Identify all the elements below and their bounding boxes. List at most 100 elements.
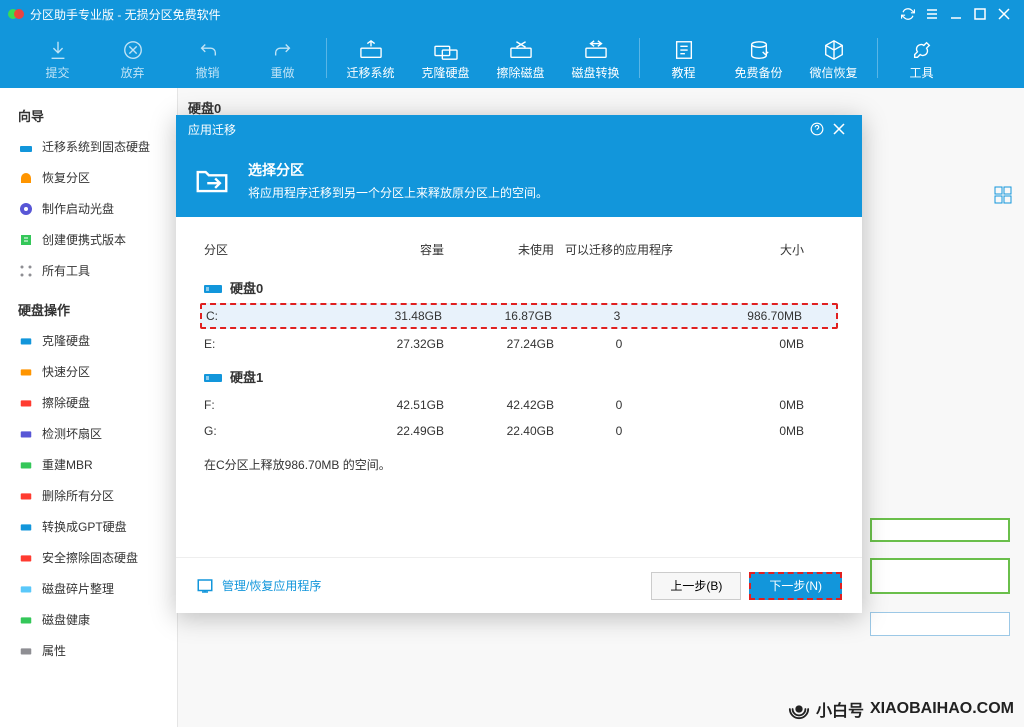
sidebar-item-检测坏扇区[interactable]: 检测坏扇区	[0, 418, 177, 449]
sidebar: 向导 迁移系统到固态硬盘恢复分区制作启动光盘创建便携式版本所有工具 硬盘操作 克…	[0, 88, 178, 727]
help-icon[interactable]	[806, 118, 828, 140]
toolbar-教程[interactable]: 教程	[646, 30, 721, 86]
sidebar-item-重建MBR[interactable]: 重建MBR	[0, 449, 177, 480]
next-button[interactable]: 下一步(N)	[749, 572, 842, 600]
disk-group-header: 硬盘1	[204, 367, 834, 386]
partition-row-E:[interactable]: E:27.32GB27.24GB00MB	[204, 331, 834, 357]
toolbar-icon	[122, 36, 144, 64]
panel-outline-c	[870, 612, 1010, 636]
toolbar-icon	[358, 36, 384, 64]
sidebar-icon	[18, 263, 34, 279]
minimize-icon[interactable]	[944, 4, 968, 24]
sidebar-icon	[18, 364, 34, 380]
toolbar-icon	[823, 36, 845, 64]
toolbar-撤销[interactable]: 撤销	[170, 30, 245, 86]
sidebar-icon	[18, 333, 34, 349]
toolbar-微信恢复[interactable]: 微信恢复	[796, 30, 871, 86]
partition-row-F:[interactable]: F:42.51GB42.42GB00MB	[204, 392, 834, 418]
view-toggle-icon[interactable]	[994, 186, 1012, 204]
sidebar-item-属性[interactable]: 属性	[0, 635, 177, 666]
dialog-header-sub: 将应用程序迁移到另一个分区上来释放原分区上的空间。	[248, 184, 548, 201]
close-icon[interactable]	[992, 4, 1016, 24]
sidebar-item-快速分区[interactable]: 快速分区	[0, 356, 177, 387]
sidebar-icon	[18, 395, 34, 411]
sidebar-item-所有工具[interactable]: 所有工具	[0, 255, 177, 286]
back-button[interactable]: 上一步(B)	[651, 572, 741, 600]
table-header: 分区 容量 未使用 可以迁移的应用程序 大小	[204, 235, 834, 268]
sidebar-item-磁盘碎片整理[interactable]: 磁盘碎片整理	[0, 573, 177, 604]
toolbar-icon	[583, 36, 609, 64]
dialog-footer: 管理/恢复应用程序 上一步(B) 下一步(N)	[176, 557, 862, 613]
col-unused: 未使用	[444, 241, 554, 258]
disk-icon	[204, 371, 222, 383]
maximize-icon[interactable]	[968, 4, 992, 24]
toolbar-重做[interactable]: 重做	[245, 30, 320, 86]
window-title: 分区助手专业版 - 无损分区免费软件	[30, 6, 221, 23]
toolbar-免费备份[interactable]: 免费备份	[721, 30, 796, 86]
app-logo-icon	[8, 6, 24, 22]
toolbar-icon	[673, 36, 695, 64]
dialog-body: 分区 容量 未使用 可以迁移的应用程序 大小 硬盘0 C:31.48GB16.87…	[176, 217, 862, 557]
sidebar-icon	[18, 170, 34, 186]
dialog-title: 应用迁移	[188, 121, 236, 138]
dialog-header-title: 选择分区	[248, 160, 548, 180]
sidebar-item-擦除硬盘[interactable]: 擦除硬盘	[0, 387, 177, 418]
sidebar-icon	[18, 488, 34, 504]
toolbar-克隆硬盘[interactable]: 克隆硬盘	[408, 30, 483, 86]
toolbar-提交[interactable]: 提交	[20, 30, 95, 86]
menu-icon[interactable]	[920, 4, 944, 24]
sidebar-icon	[18, 201, 34, 217]
toolbar-icon	[911, 36, 933, 64]
panel-outline-a	[870, 518, 1010, 542]
manage-apps-link[interactable]: 管理/恢复应用程序	[196, 577, 321, 595]
toolbar-icon	[747, 36, 771, 64]
col-size: 大小	[684, 241, 804, 258]
sidebar-item-创建便携式版本[interactable]: 创建便携式版本	[0, 224, 177, 255]
partition-row-C:[interactable]: C:31.48GB16.87GB3986.70MB	[200, 303, 838, 329]
sidebar-icon	[18, 457, 34, 473]
sidebar-item-恢复分区[interactable]: 恢复分区	[0, 162, 177, 193]
toolbar-迁移系统[interactable]: 迁移系统	[333, 30, 408, 86]
sidebar-icon	[18, 612, 34, 628]
sidebar-item-转换成GPT硬盘[interactable]: 转换成GPT硬盘	[0, 511, 177, 542]
toolbar-擦除磁盘[interactable]: 擦除磁盘	[483, 30, 558, 86]
toolbar-icon	[47, 36, 69, 64]
col-apps: 可以迁移的应用程序	[554, 241, 684, 258]
sidebar-item-磁盘健康[interactable]: 磁盘健康	[0, 604, 177, 635]
sidebar-icon	[18, 139, 34, 155]
toolbar: 提交放弃撤销重做迁移系统克隆硬盘擦除磁盘磁盘转换教程免费备份微信恢复工具	[0, 28, 1024, 88]
manage-apps-label: 管理/恢复应用程序	[222, 577, 321, 594]
folder-arrow-icon	[192, 160, 232, 200]
sidebar-item-删除所有分区[interactable]: 删除所有分区	[0, 480, 177, 511]
toolbar-icon	[508, 36, 534, 64]
sidebar-icon	[18, 643, 34, 659]
sidebar-wizard-title: 向导	[0, 100, 177, 131]
sidebar-item-安全擦除固态硬盘[interactable]: 安全擦除固态硬盘	[0, 542, 177, 573]
sidebar-disk-title: 硬盘操作	[0, 294, 177, 325]
sidebar-icon	[18, 519, 34, 535]
disk-icon	[204, 282, 222, 294]
toolbar-icon	[197, 36, 219, 64]
toolbar-放弃[interactable]: 放弃	[95, 30, 170, 86]
toolbar-工具[interactable]: 工具	[884, 30, 959, 86]
dialog-close-icon[interactable]	[828, 118, 850, 140]
sidebar-item-迁移系统到固态硬盘[interactable]: 迁移系统到固态硬盘	[0, 131, 177, 162]
toolbar-磁盘转换[interactable]: 磁盘转换	[558, 30, 633, 86]
refresh-icon[interactable]	[896, 4, 920, 24]
disk-group-header: 硬盘0	[204, 278, 834, 297]
sidebar-item-克隆硬盘[interactable]: 克隆硬盘	[0, 325, 177, 356]
sidebar-icon	[18, 550, 34, 566]
titlebar: 分区助手专业版 - 无损分区免费软件	[0, 0, 1024, 28]
col-partition: 分区	[204, 241, 334, 258]
watermark: 小白号 XIAOBAIHAO.COM	[788, 697, 1014, 721]
sidebar-icon	[18, 426, 34, 442]
sidebar-item-制作启动光盘[interactable]: 制作启动光盘	[0, 193, 177, 224]
col-capacity: 容量	[334, 241, 444, 258]
toolbar-icon	[272, 36, 294, 64]
partition-row-G:[interactable]: G:22.49GB22.40GB00MB	[204, 418, 834, 444]
toolbar-icon	[433, 36, 459, 64]
dialog-header: 选择分区 将应用程序迁移到另一个分区上来释放原分区上的空间。	[176, 143, 862, 217]
app-migration-dialog: 应用迁移 选择分区 将应用程序迁移到另一个分区上来释放原分区上的空间。 分区 容…	[176, 115, 862, 613]
status-line: 在C分区上释放986.70MB 的空间。	[204, 444, 834, 473]
panel-outline-b	[870, 558, 1010, 594]
